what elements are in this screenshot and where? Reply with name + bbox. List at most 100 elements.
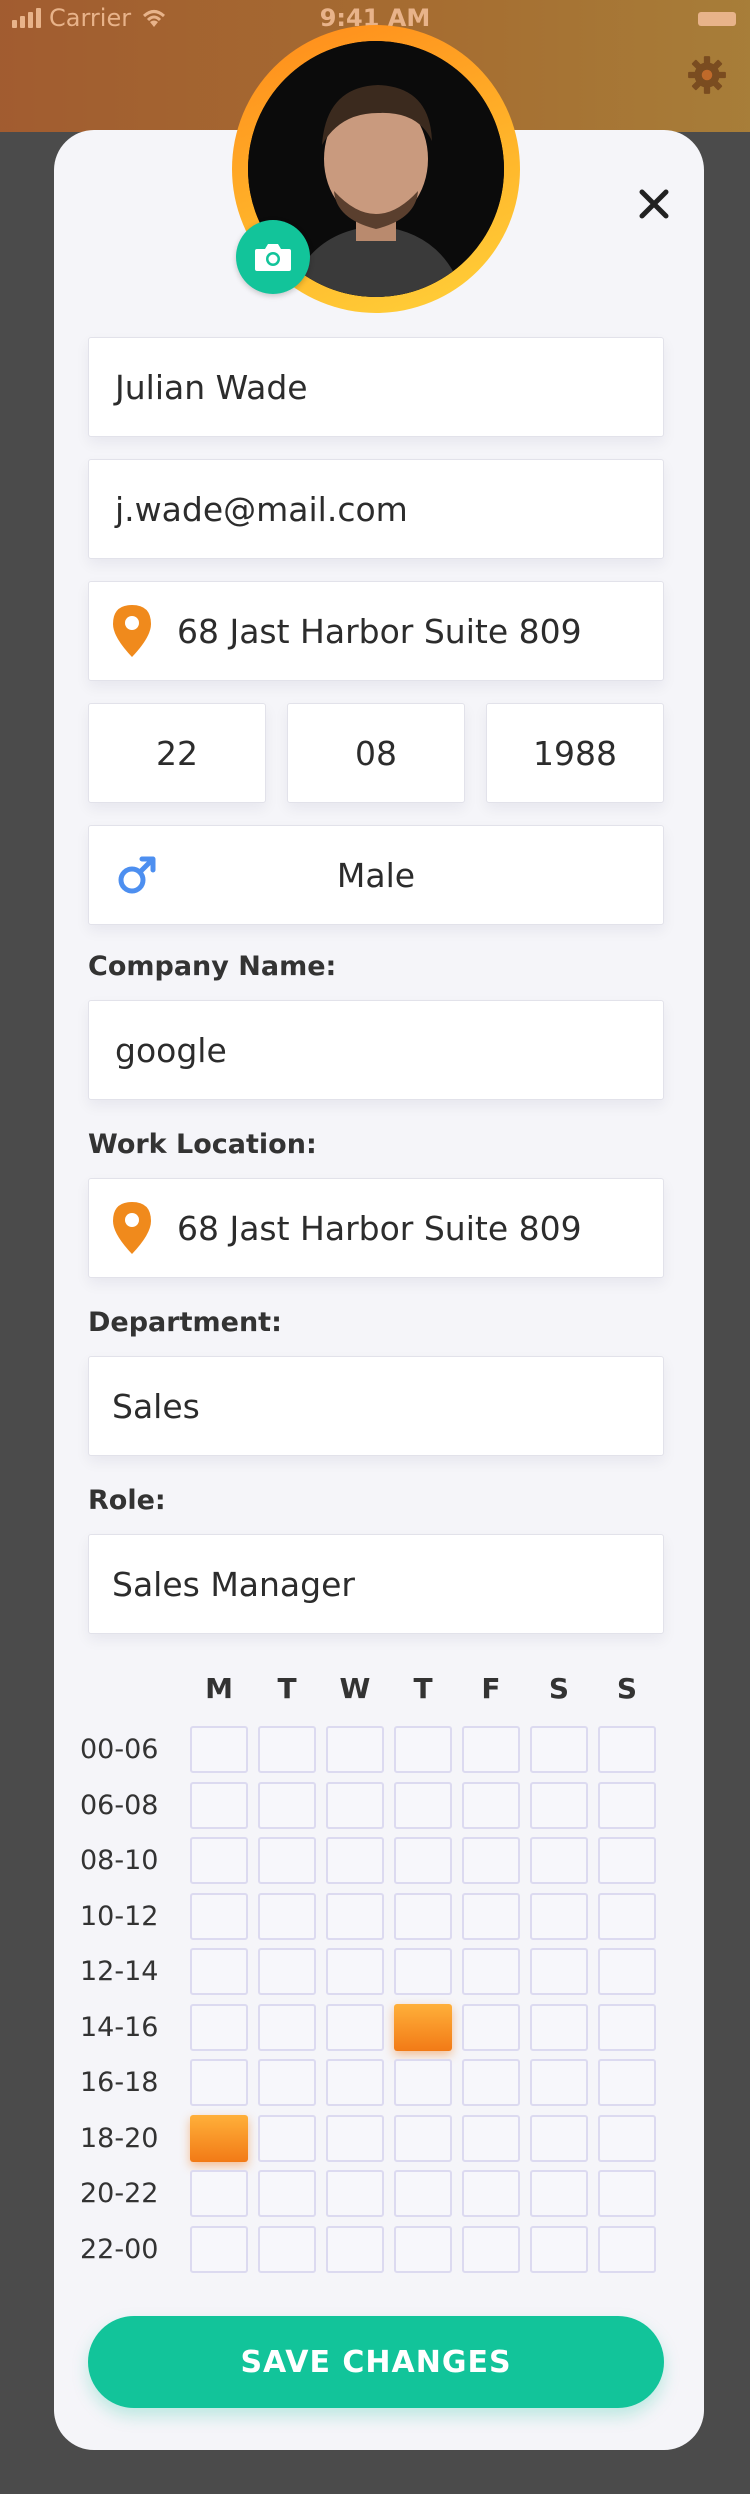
availability-cell[interactable]: [530, 1781, 588, 1829]
save-changes-button[interactable]: SAVE CHANGES: [88, 2316, 664, 2408]
availability-cell[interactable]: [258, 1726, 316, 1773]
availability-cell[interactable]: [190, 2170, 248, 2217]
availability-cell[interactable]: [394, 2059, 452, 2106]
availability-cell[interactable]: [530, 1948, 588, 1995]
time-slot-label: 00-06: [80, 1734, 159, 1765]
availability-cell[interactable]: [530, 1837, 588, 1884]
work-location-value: 68 Jast Harbor Suite 809: [177, 1208, 582, 1248]
availability-cell[interactable]: [190, 1948, 248, 1995]
availability-cell[interactable]: [598, 1948, 656, 1995]
availability-cell[interactable]: [258, 2170, 316, 2217]
birth-year-value: 1988: [533, 733, 617, 773]
availability-cell[interactable]: [190, 1892, 248, 1940]
time-slot-label: 18-20: [80, 2122, 159, 2154]
availability-cell[interactable]: [326, 1948, 384, 1995]
availability-cell-selected[interactable]: [394, 2003, 452, 2051]
close-icon[interactable]: [636, 186, 672, 222]
availability-cell[interactable]: [190, 2059, 248, 2106]
availability-cell[interactable]: [258, 2003, 316, 2051]
availability-cell[interactable]: [190, 2225, 248, 2273]
availability-cell[interactable]: [326, 2170, 384, 2217]
availability-cell[interactable]: [190, 1726, 248, 1773]
availability-cell[interactable]: [598, 2114, 656, 2162]
availability-cell[interactable]: [598, 2225, 656, 2273]
availability-cell[interactable]: [394, 1948, 452, 1995]
email-field[interactable]: j.wade@mail.com: [88, 459, 664, 559]
day-header: T: [277, 1672, 297, 1705]
availability-cell[interactable]: [326, 2225, 384, 2273]
availability-cell[interactable]: [326, 1781, 384, 1829]
name-value: Julian Wade: [115, 367, 308, 407]
availability-cell[interactable]: [598, 2170, 656, 2217]
availability-cell[interactable]: [326, 2059, 384, 2106]
availability-cell[interactable]: [394, 1781, 452, 1829]
day-header: T: [413, 1672, 433, 1705]
birth-month-field[interactable]: 08: [287, 703, 465, 803]
availability-cell[interactable]: [462, 1781, 520, 1829]
availability-cell[interactable]: [598, 1892, 656, 1940]
availability-cell[interactable]: [258, 2225, 316, 2273]
day-header: M: [205, 1672, 233, 1705]
availability-cell[interactable]: [394, 1892, 452, 1940]
camera-icon: [255, 244, 291, 271]
availability-cell[interactable]: [462, 1726, 520, 1773]
availability-cell[interactable]: [326, 2114, 384, 2162]
name-field[interactable]: Julian Wade: [88, 337, 664, 437]
availability-cell[interactable]: [462, 1948, 520, 1995]
availability-cell[interactable]: [462, 1892, 520, 1940]
availability-cell[interactable]: [394, 1726, 452, 1773]
availability-cell[interactable]: [530, 2003, 588, 2051]
availability-cell[interactable]: [258, 2059, 316, 2106]
availability-cell[interactable]: [258, 1781, 316, 1829]
availability-cell[interactable]: [190, 1781, 248, 1829]
gear-icon[interactable]: [686, 54, 728, 96]
availability-cell[interactable]: [462, 2170, 520, 2217]
availability-cell[interactable]: [394, 1837, 452, 1884]
role-value: Sales Manager: [112, 1564, 355, 1604]
availability-cell[interactable]: [394, 2114, 452, 2162]
availability-cell[interactable]: [530, 2114, 588, 2162]
availability-cell[interactable]: [326, 2003, 384, 2051]
role-field[interactable]: Sales Manager: [88, 1534, 664, 1634]
availability-cell[interactable]: [598, 1781, 656, 1829]
day-header: F: [481, 1672, 501, 1705]
address-value: 68 Jast Harbor Suite 809: [177, 611, 582, 651]
role-label: Role:: [88, 1485, 166, 1516]
availability-cell[interactable]: [598, 1837, 656, 1884]
availability-cell[interactable]: [394, 2225, 452, 2273]
availability-cell[interactable]: [258, 1837, 316, 1884]
address-field[interactable]: 68 Jast Harbor Suite 809: [88, 581, 664, 681]
availability-cell-selected[interactable]: [190, 2114, 248, 2162]
availability-cell[interactable]: [258, 1948, 316, 1995]
department-field[interactable]: Sales: [88, 1356, 664, 1456]
change-photo-button[interactable]: [236, 220, 310, 294]
availability-cell[interactable]: [530, 2225, 588, 2273]
availability-cell[interactable]: [258, 1892, 316, 1940]
availability-cell[interactable]: [462, 2114, 520, 2162]
birth-year-field[interactable]: 1988: [486, 703, 664, 803]
availability-cell[interactable]: [258, 2114, 316, 2162]
availability-cell[interactable]: [462, 2225, 520, 2273]
time-slot-label: 10-12: [80, 1900, 159, 1932]
availability-cell[interactable]: [394, 2170, 452, 2217]
availability-cell[interactable]: [530, 2170, 588, 2217]
birth-day-field[interactable]: 22: [88, 703, 266, 803]
availability-cell[interactable]: [326, 1837, 384, 1884]
availability-cell[interactable]: [462, 2059, 520, 2106]
gender-field[interactable]: Male: [88, 825, 664, 925]
availability-cell[interactable]: [598, 2003, 656, 2051]
availability-cell[interactable]: [462, 1837, 520, 1884]
availability-cell[interactable]: [530, 2059, 588, 2106]
availability-cell[interactable]: [326, 1726, 384, 1773]
availability-cell[interactable]: [326, 1892, 384, 1940]
company-field[interactable]: google: [88, 1000, 664, 1100]
availability-cell[interactable]: [462, 2003, 520, 2051]
availability-cell[interactable]: [530, 1892, 588, 1940]
availability-cell[interactable]: [598, 1726, 656, 1773]
availability-cell[interactable]: [190, 2003, 248, 2051]
time-slot-label: 22-00: [80, 2233, 159, 2265]
availability-cell[interactable]: [530, 1726, 588, 1773]
availability-cell[interactable]: [190, 1837, 248, 1884]
work-location-field[interactable]: 68 Jast Harbor Suite 809: [88, 1178, 664, 1278]
availability-cell[interactable]: [598, 2059, 656, 2106]
